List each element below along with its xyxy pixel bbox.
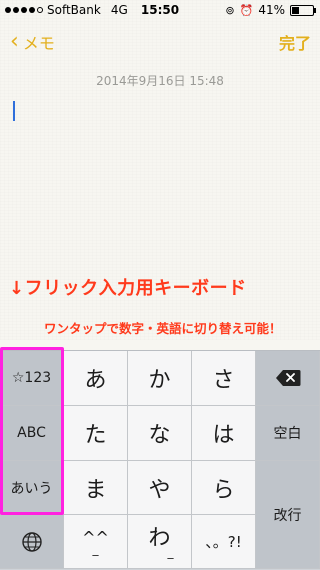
kana-key-ta[interactable]: た: [64, 406, 128, 461]
note-date: 2014年9月16日 15:48: [96, 74, 224, 88]
backspace-icon: [275, 370, 300, 386]
alarm-icon: ⏰: [239, 3, 254, 17]
delete-key[interactable]: [256, 351, 320, 406]
rotation-lock-icon: ⊚: [225, 3, 235, 17]
kana-key-ha[interactable]: は: [192, 406, 256, 461]
dakuten-key[interactable]: ^^ _: [64, 515, 128, 569]
globe-icon: [21, 531, 42, 552]
kana-key-ya[interactable]: や: [128, 461, 192, 515]
battery-icon: [290, 4, 316, 16]
battery-percent: 41%: [258, 3, 285, 17]
note-body[interactable]: [0, 95, 320, 265]
punctuation-key[interactable]: 、。?!: [192, 515, 256, 569]
back-button[interactable]: ‹ メモ: [10, 30, 55, 54]
kana-key-ma[interactable]: ま: [64, 461, 128, 515]
status-bar: SoftBank 4G 15:50 ⊚ ⏰ 41%: [0, 0, 320, 20]
return-key[interactable]: 改行: [256, 461, 320, 569]
globe-key[interactable]: [0, 515, 64, 569]
chevron-left-icon: ‹: [10, 29, 19, 54]
kana-key-ka[interactable]: か: [128, 351, 192, 406]
space-key[interactable]: 空白: [256, 406, 320, 461]
done-button[interactable]: 完了: [279, 30, 311, 54]
kana-key-ra[interactable]: ら: [192, 461, 256, 515]
annotation-subtitle: ワンタップで数字・英語に切り替え可能！: [44, 321, 282, 336]
annotation-title: ↓フリック入力用キーボード: [9, 278, 247, 299]
back-label: メモ: [22, 34, 55, 53]
dakuten-sub: _: [92, 541, 99, 556]
kana-key-sa[interactable]: さ: [192, 351, 256, 406]
navigation-bar: ‹ メモ 完了: [0, 28, 320, 58]
kana-key-na[interactable]: な: [128, 406, 192, 461]
kana-key-wa[interactable]: わ _: [128, 515, 192, 569]
kana-key-wa-sub: _: [167, 544, 174, 559]
kana-key-a[interactable]: あ: [64, 351, 128, 406]
mode-keys-highlight: [0, 347, 64, 515]
